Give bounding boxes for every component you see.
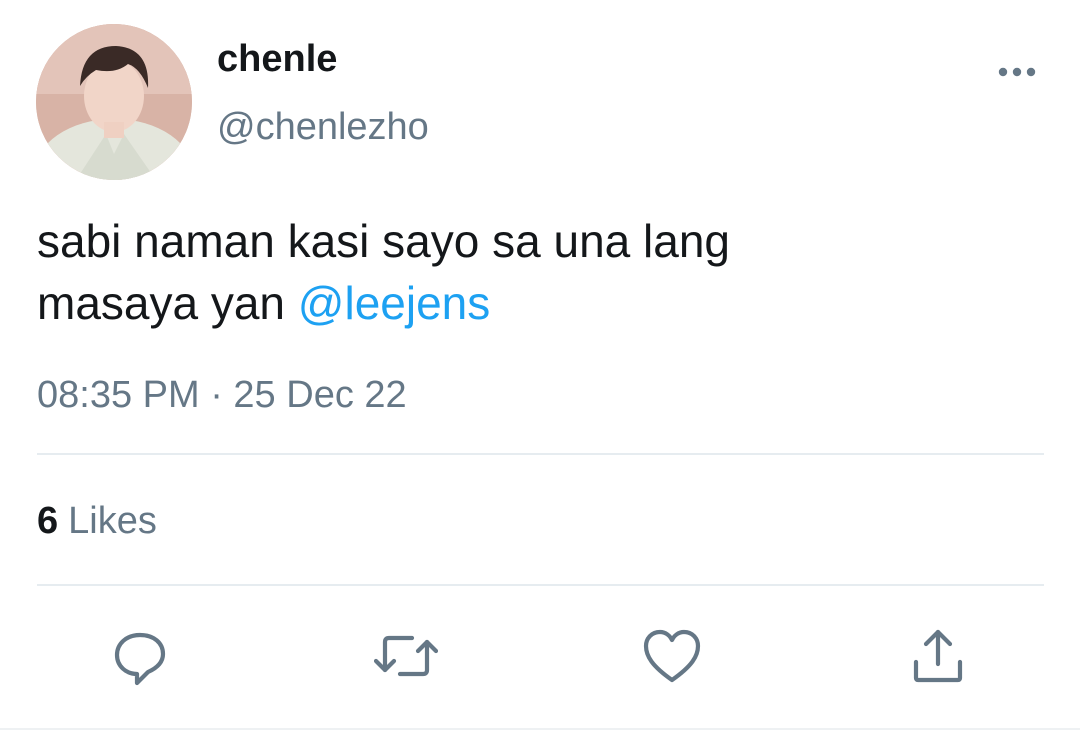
tweet-text-prefix: masaya yan xyxy=(37,277,298,329)
comment-icon xyxy=(110,626,170,691)
divider xyxy=(0,728,1080,730)
divider xyxy=(37,453,1044,455)
mention-link[interactable]: @leejens xyxy=(298,277,490,329)
more-options-button[interactable] xyxy=(990,56,1044,92)
share-icon xyxy=(910,626,966,691)
reply-button[interactable] xyxy=(108,626,172,690)
tweet-timestamp[interactable]: 08:35 PM · 25 Dec 22 xyxy=(37,374,407,417)
like-button[interactable] xyxy=(640,626,704,690)
likes-label: Likes xyxy=(68,500,157,542)
more-horizontal-icon xyxy=(997,65,1037,83)
display-name[interactable]: chenle xyxy=(217,38,337,81)
divider xyxy=(37,584,1044,586)
user-handle[interactable]: @chenlezho xyxy=(217,106,429,149)
likes-count: 6 xyxy=(37,500,59,542)
retweet-button[interactable] xyxy=(373,626,439,691)
heart-icon xyxy=(642,628,702,689)
tweet-card: chenle @chenlezho sabi naman kasi sayo s… xyxy=(0,0,1080,732)
avatar[interactable] xyxy=(36,24,192,180)
likes-stat[interactable]: 6 Likes xyxy=(37,500,157,543)
share-button[interactable] xyxy=(906,626,970,690)
tweet-text-line-2: masaya yan @leejens xyxy=(37,272,1037,334)
retweet-icon xyxy=(373,626,439,691)
tweet-text-line-1: sabi naman kasi sayo sa una lang xyxy=(37,215,730,267)
tweet-text: sabi naman kasi sayo sa una lang masaya … xyxy=(37,210,1037,334)
